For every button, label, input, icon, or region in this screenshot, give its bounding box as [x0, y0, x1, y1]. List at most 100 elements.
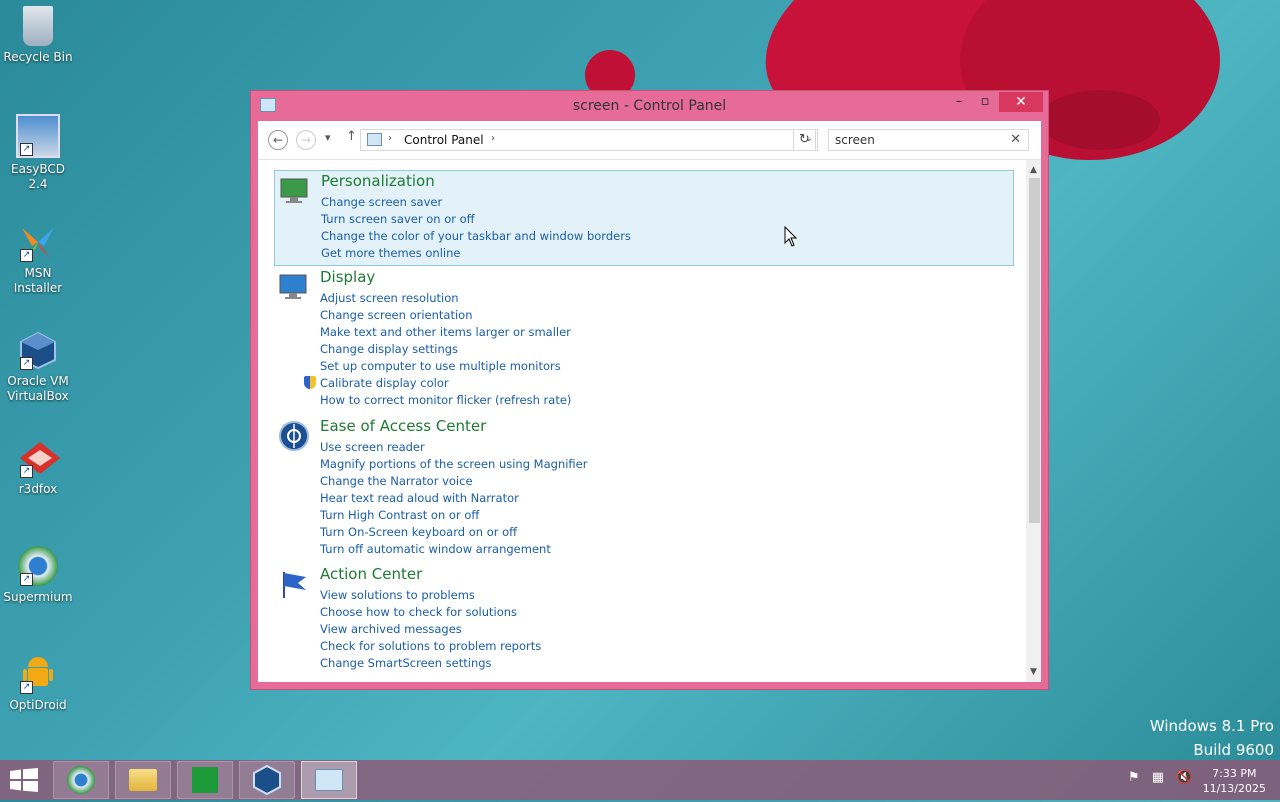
scroll-thumb[interactable] [1029, 178, 1040, 523]
task-links: Adjust screen resolution Change screen o… [304, 290, 571, 409]
task-link-label: Calibrate display color [320, 376, 449, 390]
group-title[interactable]: Personalization [321, 172, 435, 190]
action-center-flag-icon [278, 568, 308, 598]
task-link[interactable]: Change display settings [320, 341, 571, 358]
windows-watermark: Windows 8.1 Pro Build 9600 [1150, 714, 1274, 762]
maximize-button[interactable]: ▫ [972, 92, 998, 112]
task-link[interactable]: Use screen reader [320, 439, 587, 456]
task-link[interactable]: Change screen saver [321, 194, 631, 211]
group-display[interactable]: Display Adjust screen resolution Change … [274, 267, 1014, 412]
scroll-up-arrow-icon[interactable]: ▲ [1026, 162, 1041, 178]
taskbar-item-internet-explorer[interactable] [53, 761, 109, 799]
easybcd-icon: ↗ [16, 114, 60, 158]
taskbar-item-virtualbox[interactable] [239, 761, 295, 799]
task-link[interactable]: Turn On-Screen keyboard on or off [320, 524, 587, 541]
desktop-icon-label: Recycle Bin [3, 50, 73, 64]
group-title[interactable]: Action Center [320, 565, 422, 583]
desktop-icon-label: Supermium [3, 590, 73, 604]
taskbar-item-control-panel[interactable] [301, 761, 357, 799]
desktop-icon-easybcd[interactable]: ↗ EasyBCD 2.4 [0, 108, 76, 192]
group-action-center[interactable]: Action Center View solutions to problems… [274, 564, 1014, 682]
mouse-cursor-icon [784, 226, 798, 247]
internet-explorer-icon [67, 766, 95, 794]
close-button[interactable]: ✕ [999, 92, 1043, 112]
address-bar[interactable]: › Control Panel › ⌄ [360, 129, 818, 151]
desktop-icon-r3dfox[interactable]: ↗ r3dfox [0, 432, 76, 497]
task-link[interactable]: Get more themes online [321, 245, 631, 262]
watermark-build: Build 9600 [1193, 741, 1274, 759]
task-link[interactable]: Turn screen saver on or off [321, 211, 631, 228]
task-link[interactable]: Make text and other items larger or smal… [320, 324, 571, 341]
group-title[interactable]: Ease of Access Center [320, 417, 486, 435]
uac-shield-icon [304, 376, 316, 389]
task-link[interactable]: Set up computer to use multiple monitors [320, 358, 571, 375]
vertical-scrollbar[interactable]: ▲ ▼ [1026, 160, 1041, 682]
recycle-bin-icon [23, 6, 53, 46]
task-link[interactable]: Hear text read aloud with Narrator [320, 490, 587, 507]
forward-button[interactable]: → [296, 130, 316, 150]
task-link[interactable]: Change screen orientation [320, 307, 571, 324]
task-link[interactable]: Turn off automatic window arrangement [320, 541, 587, 558]
action-center-flag-icon[interactable]: ⚑ [1128, 770, 1140, 785]
taskbar-item-file-explorer[interactable] [115, 761, 171, 799]
desktop-icon-msn-installer[interactable]: ↗ MSN Installer [0, 216, 76, 296]
scroll-down-arrow-icon[interactable]: ▼ [1026, 664, 1041, 680]
r3dfox-icon: ↗ [18, 438, 60, 478]
virtualbox-icon [253, 764, 281, 796]
volume-muted-icon[interactable]: 🔇 [1176, 770, 1192, 785]
window-client: ← → ▾ ↑ › Control Panel › ⌄ ↻ ✕ [258, 121, 1041, 682]
watermark-edition: Windows 8.1 Pro [1149, 717, 1274, 735]
group-title[interactable]: Display [320, 268, 375, 286]
desktop-icon-label: EasyBCD 2.4 [11, 162, 65, 191]
group-personalization[interactable]: Personalization Change screen saver Turn… [274, 170, 1014, 266]
task-links: View solutions to problems Choose how to… [320, 587, 541, 672]
network-icon[interactable]: ▦ [1152, 770, 1164, 785]
task-link[interactable]: Turn High Contrast on or off [320, 507, 587, 524]
recent-locations-button[interactable]: ▾ [325, 131, 331, 144]
file-explorer-icon [129, 769, 157, 791]
task-link-with-shield[interactable]: Calibrate display color [304, 375, 571, 392]
task-link[interactable]: Choose how to check for solutions [320, 604, 541, 621]
start-button[interactable] [10, 768, 38, 792]
android-icon: ↗ [18, 654, 58, 694]
search-input[interactable] [835, 133, 1005, 147]
search-box[interactable]: ✕ [828, 129, 1029, 151]
group-ease-of-access[interactable]: Ease of Access Center Use screen reader … [274, 416, 1014, 561]
task-link[interactable]: View archived messages [320, 621, 541, 638]
ease-of-access-icon [278, 420, 309, 451]
task-link[interactable]: Adjust screen resolution [320, 290, 571, 307]
store-icon [192, 767, 218, 793]
desktop-icon-virtualbox[interactable]: ↗ Oracle VM VirtualBox [0, 324, 76, 404]
clock-time: 7:33 PM [1212, 767, 1257, 780]
window-title: screen - Control Panel [572, 98, 727, 114]
desktop-icon-supermium[interactable]: ↗ Supermium [0, 540, 76, 605]
title-bar[interactable]: screen - Control Panel – ▫ ✕ [251, 91, 1048, 121]
clear-search-icon[interactable]: ✕ [1010, 132, 1021, 147]
chevron-right-icon: › [388, 133, 392, 144]
clock-date: 11/13/2025 [1202, 782, 1266, 795]
breadcrumb-control-panel[interactable]: Control Panel [404, 133, 484, 147]
desktop-icon-label: Oracle VM VirtualBox [7, 374, 69, 403]
chevron-right-icon[interactable]: › [491, 133, 495, 144]
minimize-button[interactable]: – [946, 92, 972, 112]
taskbar-item-store[interactable] [177, 761, 233, 799]
refresh-button[interactable]: ↻ [793, 129, 816, 151]
back-button[interactable]: ← [268, 130, 288, 150]
task-link[interactable]: Check for solutions to problem reports [320, 638, 541, 655]
desktop-icon-recycle-bin[interactable]: Recycle Bin [0, 0, 76, 65]
supermium-icon: ↗ [18, 546, 58, 586]
task-link[interactable]: Change SmartScreen settings [320, 655, 541, 672]
desktop-icon-optidroid[interactable]: ↗ OptiDroid [0, 648, 76, 713]
control-panel-icon [315, 769, 343, 791]
clock[interactable]: 7:33 PM 11/13/2025 [1203, 766, 1266, 796]
taskbar: ⚑ ▦ 🔇 7:33 PM 11/13/2025 [0, 760, 1280, 800]
up-button[interactable]: ↑ [346, 129, 357, 144]
task-link[interactable]: How to correct monitor flicker (refresh … [320, 392, 571, 409]
task-link[interactable]: View solutions to problems [320, 587, 541, 604]
system-tray: ⚑ ▦ 🔇 [1128, 770, 1192, 785]
task-link[interactable]: Change the color of your taskbar and win… [321, 228, 631, 245]
results-pane: Personalization Change screen saver Turn… [258, 160, 1026, 682]
task-link[interactable]: Change the Narrator voice [320, 473, 587, 490]
task-link[interactable]: Magnify portions of the screen using Mag… [320, 456, 587, 473]
task-links: Change screen saver Turn screen saver on… [321, 194, 631, 262]
